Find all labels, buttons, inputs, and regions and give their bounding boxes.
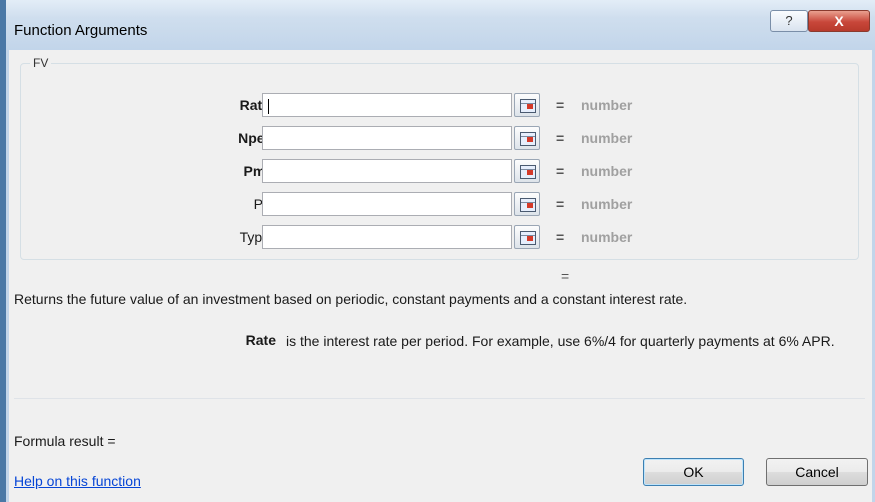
nper-input[interactable] — [262, 126, 512, 150]
help-icon[interactable]: ? — [770, 10, 808, 32]
pv-input[interactable] — [262, 192, 512, 216]
text-cursor — [268, 99, 269, 114]
dialog-body: FV Rate = number Nper = number Pmt = num… — [9, 50, 872, 502]
function-result-equals: = — [561, 268, 570, 284]
collapse-dialog-icon — [520, 132, 536, 146]
cancel-button[interactable]: Cancel — [766, 458, 868, 486]
function-arguments-group: FV Rate = number Nper = number Pmt = num… — [20, 56, 860, 260]
arg-equals: = — [556, 130, 565, 146]
dialog-title: Function Arguments — [14, 22, 148, 39]
arg-equals: = — [556, 97, 565, 113]
arg-equals: = — [556, 229, 565, 245]
function-name: FV — [30, 56, 52, 70]
rate-collapse-button[interactable] — [514, 93, 540, 117]
arg-row-pmt: Pmt = number — [21, 157, 860, 185]
close-icon[interactable]: X — [808, 10, 870, 32]
pv-collapse-button[interactable] — [514, 192, 540, 216]
arg-row-rate: Rate = number — [21, 91, 860, 119]
ok-button[interactable]: OK — [643, 458, 744, 486]
collapse-dialog-icon — [520, 99, 536, 113]
arg-result: number — [581, 97, 633, 113]
arg-result: number — [581, 229, 633, 245]
formula-result: Formula result = — [14, 433, 116, 449]
current-arg-name: Rate — [245, 332, 276, 348]
arg-equals: = — [556, 163, 565, 179]
type-input[interactable] — [262, 225, 512, 249]
function-description: Returns the future value of an investmen… — [14, 291, 688, 307]
pmt-input[interactable] — [262, 159, 512, 183]
divider — [14, 398, 865, 399]
nper-collapse-button[interactable] — [514, 126, 540, 150]
arg-result: number — [581, 163, 633, 179]
current-arg-help: is the interest rate per period. For exa… — [286, 333, 835, 349]
help-on-function-link[interactable]: Help on this function — [14, 473, 141, 489]
function-arguments-dialog: Function Arguments ? X FV Rate = number … — [0, 0, 875, 502]
arg-equals: = — [556, 196, 565, 212]
collapse-dialog-icon — [520, 198, 536, 212]
arg-row-nper: Nper = number — [21, 124, 860, 152]
rate-input[interactable] — [262, 93, 512, 117]
arg-row-type: Type = number — [21, 223, 860, 251]
pmt-collapse-button[interactable] — [514, 159, 540, 183]
type-collapse-button[interactable] — [514, 225, 540, 249]
arg-result: number — [581, 130, 633, 146]
arg-result: number — [581, 196, 633, 212]
collapse-dialog-icon — [520, 165, 536, 179]
collapse-dialog-icon — [520, 231, 536, 245]
arg-row-pv: Pv = number — [21, 190, 860, 218]
title-bar: Function Arguments ? X — [6, 0, 875, 54]
